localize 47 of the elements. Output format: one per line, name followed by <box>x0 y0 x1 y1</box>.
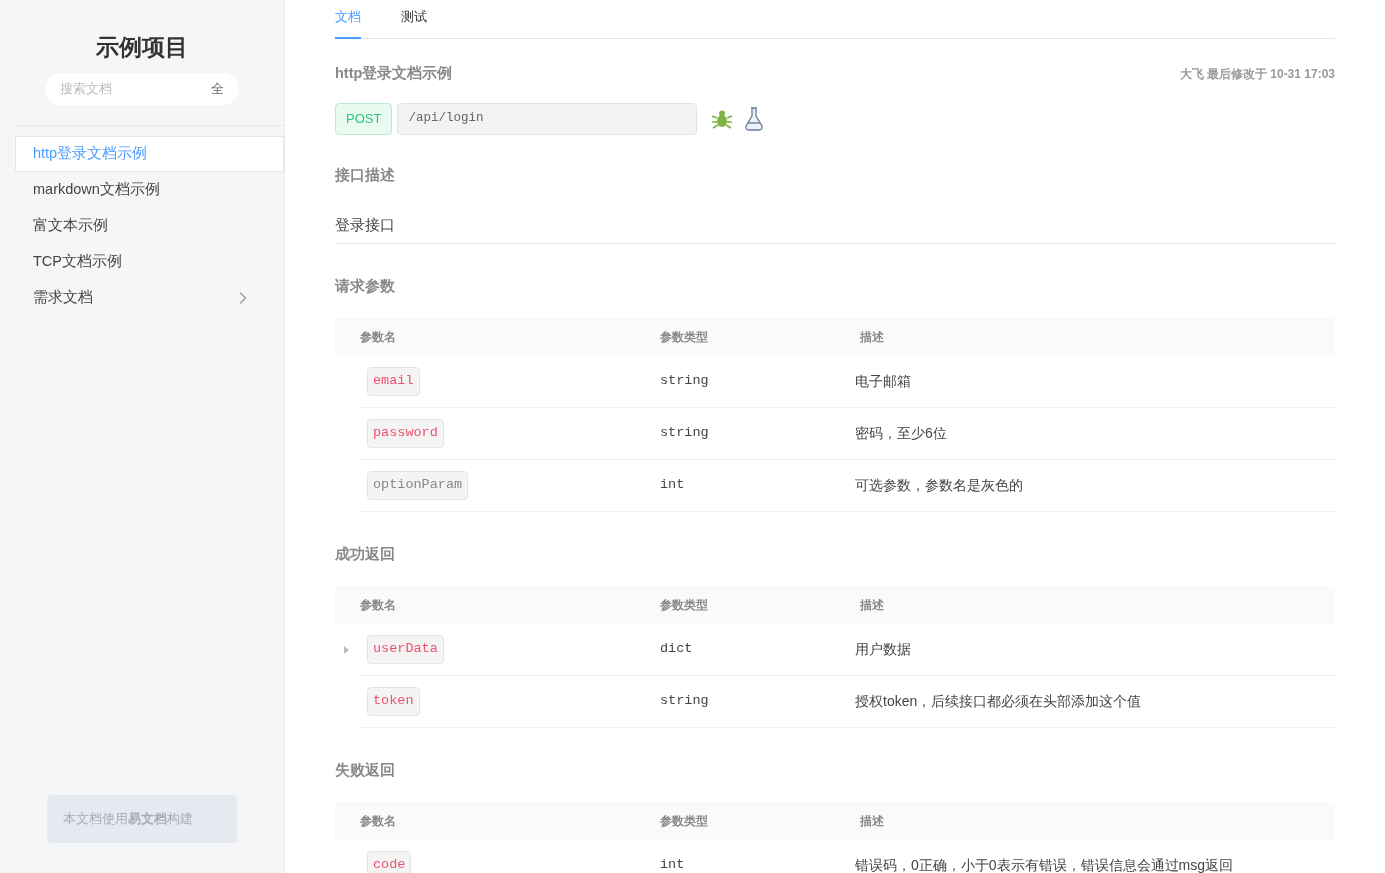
table-cell-text: string <box>660 692 710 711</box>
table-cell-text: 授权token，后续接口都必须在头部添加这个值 <box>855 691 1142 711</box>
doc-title: http登录文档示例 <box>335 64 453 83</box>
column-header: 参数类型 <box>660 596 709 614</box>
description-text: 登录接口 <box>335 214 1335 245</box>
sidebar-item[interactable]: 富文本示例 <box>15 207 284 244</box>
table-cell-text: 错误码，0正确，小于0表示有错误，错误信息会通过msg返回 <box>855 855 1234 873</box>
column-header: 描述 <box>860 596 884 614</box>
column-header: 参数名 <box>359 812 397 830</box>
table-cell-text: 用户数据 <box>855 639 911 659</box>
flask-icon[interactable] <box>743 105 766 132</box>
table-cell-text: dict <box>660 640 694 659</box>
column-header: 参数类型 <box>660 329 709 346</box>
last-modified: 大飞 最后修改于 10-31 17:03 <box>1179 65 1335 83</box>
sidebar-item[interactable]: 需求文档 <box>15 279 284 316</box>
footer-note: 本文档使用易文档构建 <box>47 795 237 843</box>
expand-caret-icon[interactable] <box>344 645 349 654</box>
method-badge: POST <box>335 102 393 135</box>
section-heading: 成功返回 <box>335 545 396 564</box>
param-name: password <box>367 419 444 448</box>
table-cell-text: 可选参数，参数名是灰色的 <box>855 476 1023 495</box>
search-field[interactable]: 搜索文档 全 <box>45 72 239 105</box>
column-header: 参数名 <box>359 596 397 614</box>
param-name: optionParam <box>367 471 469 500</box>
section-heading: 失败返回 <box>335 760 396 780</box>
table-cell-text: string <box>660 372 710 391</box>
table-cell-text: int <box>660 476 686 495</box>
column-header: 描述 <box>860 812 884 830</box>
tab[interactable]: 测试 <box>401 0 427 39</box>
param-name: token <box>367 686 420 716</box>
param-name: email <box>367 367 420 396</box>
section-heading: 请求参数 <box>335 277 396 297</box>
search-scope[interactable]: 全 <box>211 78 224 99</box>
column-header: 参数名 <box>359 329 397 346</box>
sidebar-item[interactable]: markdown文档示例 <box>15 171 284 208</box>
table-cell-text: string <box>660 424 710 443</box>
param-name: userData <box>367 634 444 664</box>
column-header: 参数类型 <box>660 812 709 830</box>
project-title: 示例项目 <box>95 33 189 62</box>
sidebar-item[interactable]: TCP文档示例 <box>15 243 284 280</box>
table-cell-text: 密码，至少6位 <box>855 424 947 443</box>
url-field: /api/login <box>397 102 698 135</box>
table-cell-text: int <box>660 855 686 873</box>
table-cell-text: 电子邮箱 <box>855 372 911 391</box>
section-heading: 接口描述 <box>335 165 396 185</box>
param-name: code <box>367 850 412 873</box>
column-header: 描述 <box>860 329 884 346</box>
